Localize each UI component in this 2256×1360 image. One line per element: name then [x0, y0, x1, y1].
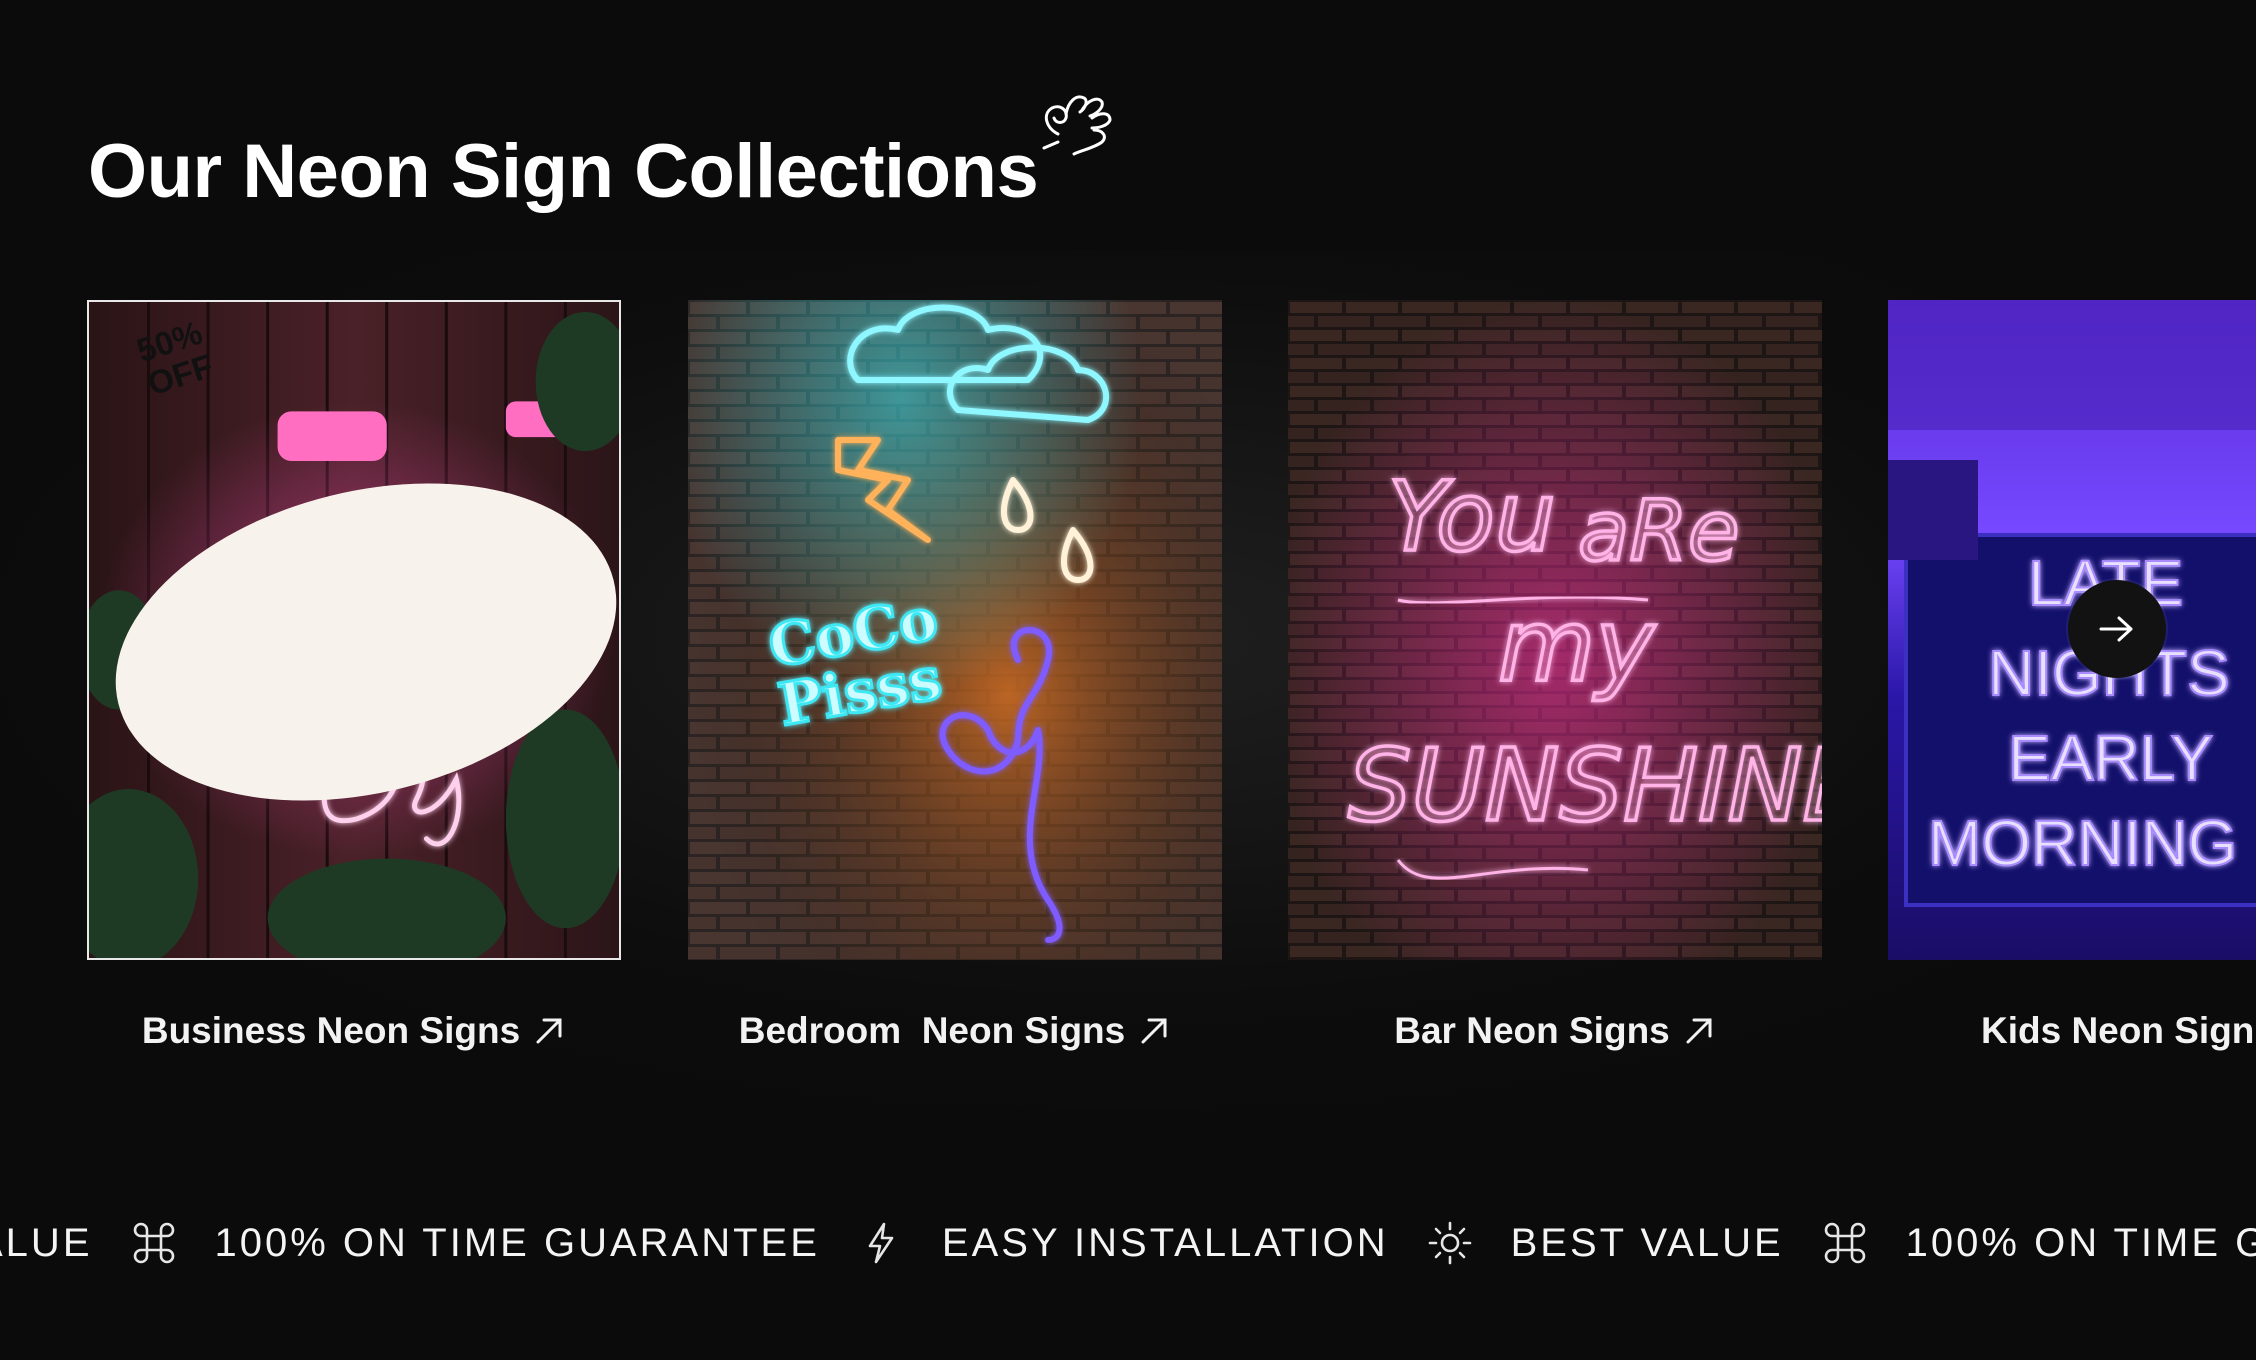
svg-text:my: my — [1498, 587, 1656, 704]
collection-card-bar[interactable]: You aRe my SUNSHINE Bar Neon Signs — [1288, 300, 1822, 1052]
bedroom-neon-illustration: CoCo Pisss — [688, 300, 1222, 960]
card-title[interactable]: Bedroom Neon Signs — [739, 1010, 1125, 1052]
bedroom-neon-image[interactable]: CoCo Pisss — [688, 300, 1222, 960]
svg-text:EARLY: EARLY — [2008, 722, 2213, 794]
collection-card-kids[interactable]: LATE NIGHTS EARLY MORNING Kids Neon Sign — [1888, 300, 2256, 1052]
arrow-up-right-icon — [536, 1018, 562, 1044]
card-title[interactable]: Kids Neon Sign — [1981, 1010, 2254, 1052]
lightning-icon — [868, 1222, 894, 1264]
marquee-item: 100% ON TIME GUARANTEE — [214, 1221, 820, 1265]
svg-text:aRe: aRe — [1578, 482, 1740, 580]
benefits-marquee: ALUE 100% ON TIME GUARANTEE EASY INSTALL… — [0, 1218, 2256, 1268]
arrow-right-icon — [2099, 616, 2133, 642]
card-title[interactable]: Business Neon Signs — [142, 1010, 520, 1052]
card-label-business[interactable]: Business Neon Signs — [87, 1010, 621, 1052]
bar-neon-image[interactable]: You aRe my SUNSHINE — [1288, 300, 1822, 960]
marquee-item: 100% ON TIME GUAR — [1905, 1221, 2256, 1265]
card-label-bedroom[interactable]: Bedroom Neon Signs — [688, 1010, 1222, 1052]
marquee-track: ALUE 100% ON TIME GUARANTEE EASY INSTALL… — [0, 1218, 2256, 1268]
collection-card-business[interactable]: 50% OFF Business Neon Signs — [87, 300, 621, 1052]
card-label-kids[interactable]: Kids Neon Sign — [1888, 1010, 2256, 1052]
command-icon — [1824, 1222, 1865, 1264]
business-neon-image[interactable]: 50% OFF — [87, 300, 621, 960]
card-label-bar[interactable]: Bar Neon Signs — [1288, 1010, 1822, 1052]
marquee-item: EASY INSTALLATION — [941, 1221, 1389, 1265]
card-title[interactable]: Bar Neon Signs — [1394, 1010, 1670, 1052]
svg-text:You: You — [1388, 461, 1556, 573]
section-title: Our Neon Sign Collections — [88, 129, 1039, 214]
bar-neon-illustration: You aRe my SUNSHINE — [1288, 300, 1822, 960]
arrow-up-right-icon — [1686, 1018, 1712, 1044]
svg-text:SUNSHINE: SUNSHINE — [1348, 727, 1822, 844]
carousel-next-button[interactable] — [2068, 580, 2166, 678]
collections-section: Our Neon Sign Collections 50% OFF Busine… — [0, 0, 2256, 1360]
marquee-item: ALUE — [0, 1221, 93, 1265]
svg-text:MORNING: MORNING — [1928, 807, 2237, 879]
marquee-item: BEST VALUE — [1510, 1221, 1784, 1265]
command-icon — [133, 1222, 174, 1264]
collection-card-bedroom[interactable]: CoCo Pisss Bedroom Neon Signs — [688, 300, 1222, 1052]
discount-badge — [115, 483, 617, 801]
arrow-up-right-icon — [1141, 1018, 1167, 1044]
ok-hand-icon — [1042, 95, 1112, 156]
sun-icon — [1428, 1221, 1471, 1265]
